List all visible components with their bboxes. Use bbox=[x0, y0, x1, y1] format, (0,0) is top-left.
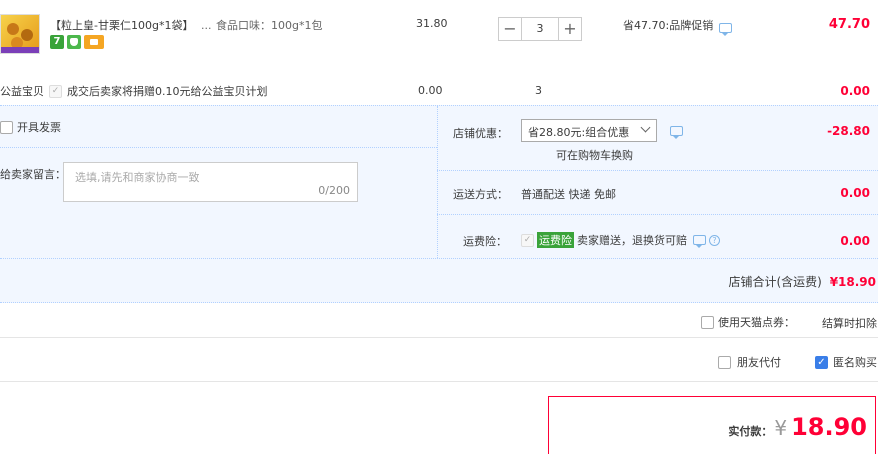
shop-discount-selected: 省28.80元:组合优惠 bbox=[528, 126, 630, 139]
comment-icon[interactable] bbox=[719, 23, 733, 36]
shop-discount-select[interactable]: 省28.80元:组合优惠 bbox=[521, 119, 657, 142]
insurance-label: 运费险： bbox=[463, 235, 507, 248]
charity-checkbox: ✓ bbox=[49, 84, 62, 98]
payment-currency: ¥ bbox=[774, 416, 788, 440]
product-title-link[interactable]: 【粒上皇-甘栗仁100g*1袋】 bbox=[50, 19, 193, 32]
card-payment-icon bbox=[84, 35, 104, 49]
unit-price: 31.80 bbox=[416, 17, 448, 30]
panel-left-divider bbox=[0, 147, 437, 148]
charity-text: 成交后卖家将捐赠0.10元给公益宝贝计划 bbox=[67, 85, 268, 98]
charity-price: 0.00 bbox=[418, 84, 443, 97]
invoice-label: 开具发票 bbox=[17, 121, 61, 134]
tmall-points-label: 使用天猫点券： bbox=[718, 316, 795, 329]
insurance-checkbox: ✓ bbox=[521, 233, 534, 247]
increase-button[interactable]: + bbox=[558, 17, 582, 41]
shop-total-label: 店铺合计(含运费) bbox=[728, 275, 822, 289]
quantity-input[interactable]: 3 bbox=[522, 17, 558, 41]
product-sku: 食品口味：100g*1包 bbox=[216, 19, 323, 32]
invoice-checkbox[interactable] bbox=[0, 120, 13, 134]
message-textarea[interactable]: 选填,请先和商家协商一致 0/200 bbox=[63, 162, 358, 202]
panel-right-divider-1 bbox=[437, 170, 878, 171]
promo-text: 省47.70:品牌促销 bbox=[623, 19, 714, 32]
product-thumbnail[interactable] bbox=[0, 14, 40, 54]
payment-summary-box: 实付款： ¥ 18.90 bbox=[548, 396, 876, 454]
message-placeholder: 选填,请先和商家协商一致 bbox=[75, 171, 200, 184]
shipping-value: 0.00 bbox=[840, 186, 870, 200]
insurance-value: 0.00 bbox=[840, 234, 870, 248]
charity-qty: 3 bbox=[535, 84, 542, 97]
decrease-button[interactable]: − bbox=[498, 17, 522, 41]
seven-day-return-icon: 7 bbox=[50, 35, 64, 49]
payment-amount: 18.90 bbox=[791, 413, 867, 441]
tmall-points-note: 结算时扣除 bbox=[822, 317, 877, 330]
tmall-points-checkbox[interactable] bbox=[701, 315, 714, 329]
friend-pay-checkbox[interactable] bbox=[718, 355, 731, 369]
friend-pay-label: 朋友代付 bbox=[737, 356, 781, 369]
options-row-divider bbox=[0, 381, 878, 382]
help-icon[interactable]: ? bbox=[709, 234, 720, 246]
shop-discount-note: 可在购物车换购 bbox=[556, 149, 633, 162]
message-label: 给卖家留言： bbox=[0, 168, 66, 181]
chevron-down-icon bbox=[640, 122, 651, 133]
payment-label: 实付款： bbox=[728, 425, 773, 438]
shop-discount-value: -28.80 bbox=[827, 124, 870, 138]
comment-icon[interactable] bbox=[670, 126, 683, 139]
comment-icon[interactable] bbox=[693, 235, 706, 248]
panel-right-divider-2 bbox=[437, 214, 878, 215]
charity-label: 公益宝贝 bbox=[0, 85, 44, 98]
insurance-text: 卖家赠送，退换货可赔 bbox=[577, 234, 687, 247]
shipping-label: 运送方式： bbox=[453, 188, 508, 201]
message-counter: 0/200 bbox=[318, 184, 350, 197]
anonymous-checkbox[interactable]: ✓ bbox=[815, 355, 828, 369]
panel-total-divider bbox=[0, 258, 878, 259]
insurance-tag: 运费险 bbox=[537, 232, 574, 248]
charity-total: 0.00 bbox=[840, 84, 870, 98]
shipping-text: 普通配送 快递 免邮 bbox=[521, 188, 616, 201]
title-ellipsis: ... bbox=[200, 19, 212, 32]
shop-discount-label: 店铺优惠： bbox=[453, 127, 508, 140]
guarantee-icon bbox=[67, 35, 81, 49]
quantity-stepper: − 3 + bbox=[498, 17, 582, 41]
shop-total-value: ¥18.90 bbox=[829, 275, 876, 289]
anonymous-label: 匿名购买 bbox=[833, 356, 877, 369]
points-row-divider bbox=[0, 337, 878, 338]
item-subtotal: 47.70 bbox=[828, 17, 870, 32]
panel-divider bbox=[437, 106, 438, 258]
